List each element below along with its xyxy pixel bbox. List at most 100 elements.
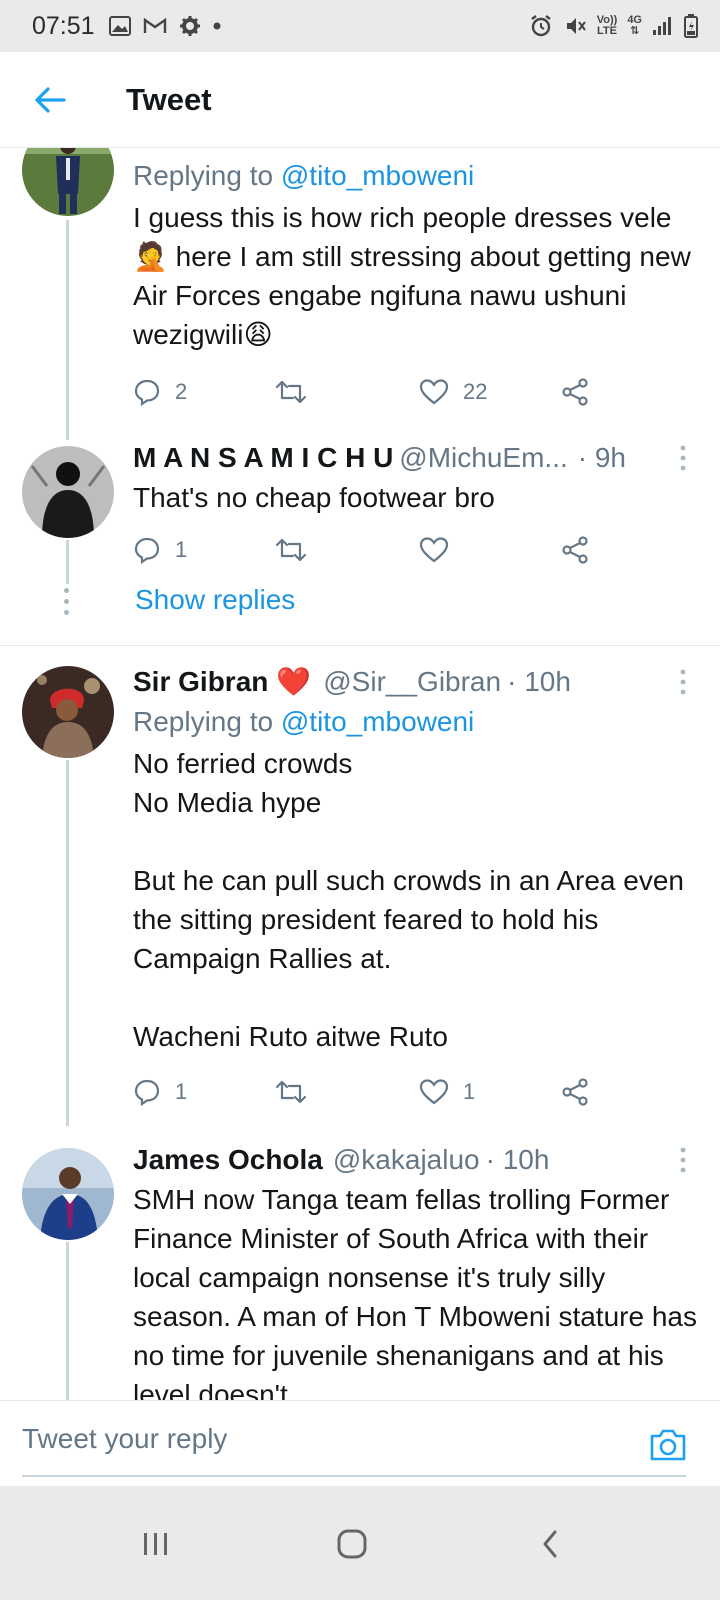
reply-button[interactable]: 1 bbox=[133, 528, 187, 572]
replying-to: Replying to @tito_mboweni bbox=[133, 706, 475, 737]
more-vertical-icon bbox=[680, 1147, 686, 1173]
tweet-time: · 9h bbox=[577, 442, 626, 473]
thread-dots bbox=[64, 588, 70, 621]
retweet-icon bbox=[275, 1080, 307, 1104]
tweet-header: M A N S A M I C H U @MichuEm... · 9h bbox=[133, 438, 698, 478]
notification-dot-icon bbox=[213, 22, 221, 30]
author-handle[interactable]: @kakajaluo bbox=[333, 1140, 480, 1180]
reply-icon bbox=[134, 537, 160, 564]
share-icon bbox=[562, 536, 588, 564]
status-bar: 07:51 Vo)) LTE 4G ⇅ bbox=[0, 0, 720, 52]
reply-count: 2 bbox=[175, 379, 188, 404]
tweet-header: Sir Gibran ❤️ @Sir__Gibran · 10h bbox=[133, 662, 698, 702]
show-replies-link[interactable]: Show replies bbox=[135, 584, 295, 616]
tweet-item[interactable]: Replying to @tito_mboweni I guess this i… bbox=[0, 148, 720, 440]
avatar-photo bbox=[22, 666, 114, 758]
avatar[interactable] bbox=[22, 1148, 114, 1240]
battery-icon bbox=[684, 14, 698, 38]
heart-icon bbox=[419, 379, 449, 405]
reply-button[interactable]: 1 bbox=[133, 1070, 187, 1114]
tweet-text: SMH now Tanga team fellas trolling Forme… bbox=[133, 1184, 697, 1410]
thread-line bbox=[66, 540, 69, 584]
retweet-button[interactable] bbox=[275, 370, 321, 414]
arrow-left-icon bbox=[35, 86, 66, 113]
tweet-item[interactable]: Sir Gibran ❤️ @Sir__Gibran · 10h Replyin… bbox=[0, 646, 720, 1126]
more-vertical-icon bbox=[680, 669, 686, 695]
tweet-feed[interactable]: Replying to @tito_mboweni I guess this i… bbox=[0, 148, 720, 1428]
like-count: 1 bbox=[463, 1079, 476, 1104]
like-button[interactable] bbox=[419, 528, 463, 572]
retweet-icon bbox=[275, 380, 307, 404]
like-button[interactable]: 22 bbox=[419, 370, 487, 414]
author-name[interactable]: M A N S A M I C H U bbox=[133, 438, 393, 478]
avatar[interactable] bbox=[22, 446, 114, 538]
tweet-item[interactable]: M A N S A M I C H U @MichuEm... · 9h Tha… bbox=[0, 438, 720, 646]
author-handle[interactable]: @Sir__Gibran bbox=[323, 662, 501, 702]
avatar[interactable] bbox=[22, 666, 114, 758]
back-icon bbox=[543, 1530, 557, 1558]
recents-icon bbox=[144, 1533, 167, 1555]
settings-gear-icon bbox=[179, 16, 200, 36]
like-count: 22 bbox=[463, 379, 488, 404]
signal-icon bbox=[653, 17, 671, 35]
reply-icon bbox=[134, 1079, 160, 1106]
reply-handle-link[interactable]: @tito_mboweni bbox=[281, 706, 474, 737]
reply-count: 1 bbox=[175, 537, 188, 562]
retweet-icon bbox=[275, 538, 307, 562]
tweet-time: · 10h bbox=[485, 1144, 550, 1175]
reply-icon bbox=[134, 379, 160, 406]
share-button[interactable] bbox=[561, 370, 603, 414]
like-button[interactable]: 1 bbox=[419, 1070, 475, 1114]
image-icon bbox=[108, 16, 131, 36]
avatar-photo bbox=[22, 148, 114, 216]
4g-data-icon: 4G ⇅ bbox=[627, 14, 642, 37]
reply-handle-link[interactable]: @tito_mboweni bbox=[281, 160, 474, 191]
tweet-text: I guess this is how rich people dresses … bbox=[133, 202, 691, 350]
share-icon bbox=[562, 378, 588, 406]
tweet-item[interactable]: James Ochola @kakajaluo · 10h SMH now Ta… bbox=[0, 1124, 720, 1428]
camera-icon bbox=[650, 1429, 686, 1461]
replying-to: Replying to @tito_mboweni bbox=[133, 160, 475, 191]
tweet-text: That's no cheap footwear bro bbox=[133, 482, 495, 513]
system-nav-bar bbox=[0, 1486, 720, 1600]
reply-button[interactable]: 2 bbox=[133, 370, 187, 414]
reply-input[interactable]: Tweet your reply bbox=[22, 1423, 227, 1455]
author-name[interactable]: James Ochola bbox=[133, 1140, 323, 1180]
vibrate-mute-icon bbox=[566, 18, 586, 34]
author-name[interactable]: Sir Gibran bbox=[133, 662, 268, 702]
home-button[interactable] bbox=[322, 1522, 382, 1566]
tweet-time: · 10h bbox=[507, 666, 571, 697]
recents-button[interactable] bbox=[126, 1522, 186, 1566]
avatar-photo bbox=[22, 1148, 114, 1240]
more-vertical-icon bbox=[680, 445, 686, 471]
retweet-button[interactable] bbox=[275, 1070, 321, 1114]
avatar[interactable] bbox=[22, 148, 114, 216]
tweet-actions: 2 22 bbox=[133, 370, 593, 414]
back-button[interactable] bbox=[20, 70, 80, 130]
more-options-button[interactable] bbox=[668, 438, 698, 478]
red-heart-emoji: ❤️ bbox=[276, 666, 312, 697]
status-time: 07:51 bbox=[32, 11, 95, 40]
reply-bar: Tweet your reply bbox=[0, 1400, 720, 1486]
reply-count: 1 bbox=[175, 1079, 188, 1104]
thread-line bbox=[66, 220, 69, 440]
status-left-icons bbox=[108, 15, 221, 37]
author-handle[interactable]: @MichuEm... bbox=[399, 438, 567, 478]
more-options-button[interactable] bbox=[668, 662, 698, 702]
back-nav-button[interactable] bbox=[520, 1522, 580, 1566]
alarm-icon bbox=[531, 15, 551, 37]
share-button[interactable] bbox=[561, 1070, 603, 1114]
status-right-icons: Vo)) LTE 4G ⇅ bbox=[529, 14, 698, 38]
reply-underline bbox=[22, 1475, 686, 1477]
retweet-button[interactable] bbox=[275, 528, 321, 572]
share-icon bbox=[562, 1078, 588, 1106]
heart-icon bbox=[419, 537, 449, 563]
heart-icon bbox=[419, 1079, 449, 1105]
share-button[interactable] bbox=[561, 528, 603, 572]
page-title: Tweet bbox=[126, 81, 212, 117]
avatar-photo bbox=[22, 446, 114, 538]
more-options-button[interactable] bbox=[668, 1140, 698, 1180]
camera-button[interactable] bbox=[646, 1423, 690, 1467]
tweet-actions: 1 bbox=[133, 528, 593, 572]
tweet-text: No ferried crowds No Media hype But he c… bbox=[133, 748, 685, 1052]
